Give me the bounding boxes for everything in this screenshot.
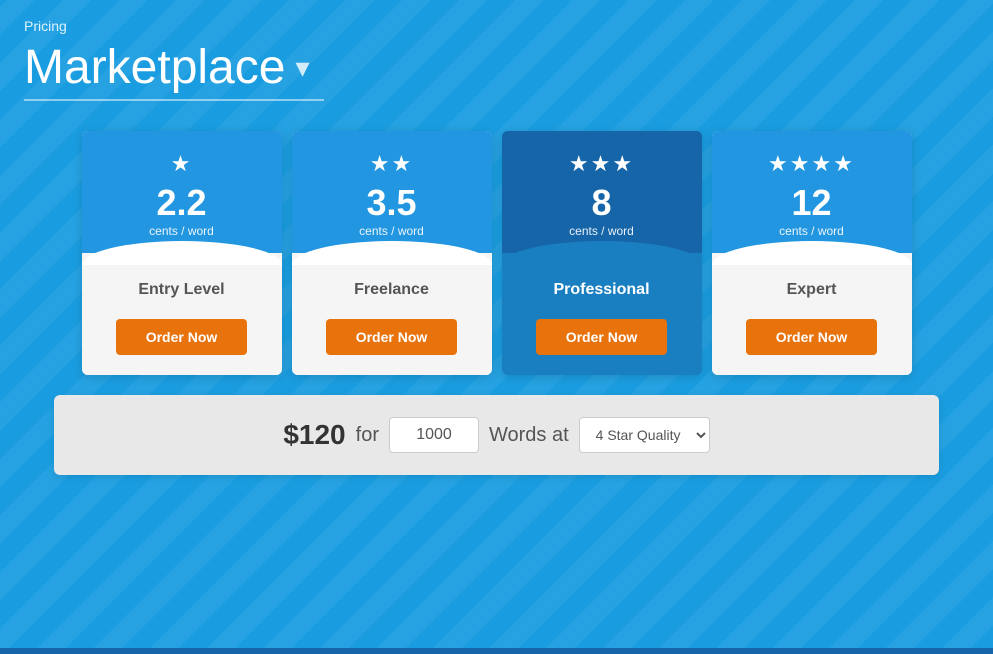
- pricing-cards-row: ★ 2.2 cents / word Entry Level Order Now…: [24, 131, 969, 375]
- calc-words-input[interactable]: [389, 417, 479, 453]
- main-container: Pricing Marketplace ▾ ★ 2.2 cents / word…: [0, 0, 993, 495]
- card-header-expert: ★★★★ 12 cents / word: [712, 131, 912, 253]
- stars-expert: ★★★★: [727, 151, 897, 177]
- card-label-freelance: Freelance: [307, 281, 477, 299]
- price-expert: 12: [727, 185, 897, 221]
- page-title: Marketplace: [24, 40, 285, 95]
- calc-quality-select[interactable]: 4 Star Quality 1 Star Quality 2 Star Qua…: [579, 417, 710, 453]
- card-label-entry: Entry Level: [97, 281, 267, 299]
- calc-amount: $120: [283, 419, 345, 451]
- pricing-card-expert: ★★★★ 12 cents / word Expert Order Now: [712, 131, 912, 375]
- card-body-professional: Professional Order Now: [502, 253, 702, 375]
- title-underline: [24, 99, 324, 101]
- price-unit-entry: cents / word: [97, 224, 267, 238]
- stars-freelance: ★★: [307, 151, 477, 177]
- card-body-expert: Expert Order Now: [712, 253, 912, 375]
- card-header-professional: ★★★ 8 cents / word: [502, 131, 702, 253]
- card-body-freelance: Freelance Order Now: [292, 253, 492, 375]
- title-dropdown-arrow[interactable]: ▾: [295, 51, 309, 84]
- price-professional: 8: [517, 185, 687, 221]
- price-entry: 2.2: [97, 185, 267, 221]
- pricing-card-professional: ★★★ 8 cents / word Professional Order No…: [502, 131, 702, 375]
- card-header-freelance: ★★ 3.5 cents / word: [292, 131, 492, 253]
- pricing-card-freelance: ★★ 3.5 cents / word Freelance Order Now: [292, 131, 492, 375]
- stars-professional: ★★★: [517, 151, 687, 177]
- order-btn-expert[interactable]: Order Now: [746, 319, 878, 355]
- breadcrumb-text: Pricing: [24, 18, 67, 34]
- card-header-entry: ★ 2.2 cents / word: [82, 131, 282, 253]
- card-label-expert: Expert: [727, 281, 897, 299]
- price-unit-professional: cents / word: [517, 224, 687, 238]
- order-btn-entry[interactable]: Order Now: [116, 319, 248, 355]
- breadcrumb: Pricing: [24, 10, 969, 34]
- page-title-container: Marketplace ▾: [24, 40, 969, 95]
- card-label-professional: Professional: [517, 281, 687, 299]
- calc-for-text: for: [356, 424, 379, 447]
- price-unit-expert: cents / word: [727, 224, 897, 238]
- order-btn-professional[interactable]: Order Now: [536, 319, 668, 355]
- order-btn-freelance[interactable]: Order Now: [326, 319, 458, 355]
- pricing-card-entry-level: ★ 2.2 cents / word Entry Level Order Now: [82, 131, 282, 375]
- price-freelance: 3.5: [307, 185, 477, 221]
- card-body-entry: Entry Level Order Now: [82, 253, 282, 375]
- calculator-row: $120 for Words at 4 Star Quality 1 Star …: [54, 395, 939, 475]
- price-unit-freelance: cents / word: [307, 224, 477, 238]
- calc-words-at-text: Words at: [489, 424, 569, 447]
- bottom-bar: [0, 648, 993, 654]
- stars-entry: ★: [97, 151, 267, 177]
